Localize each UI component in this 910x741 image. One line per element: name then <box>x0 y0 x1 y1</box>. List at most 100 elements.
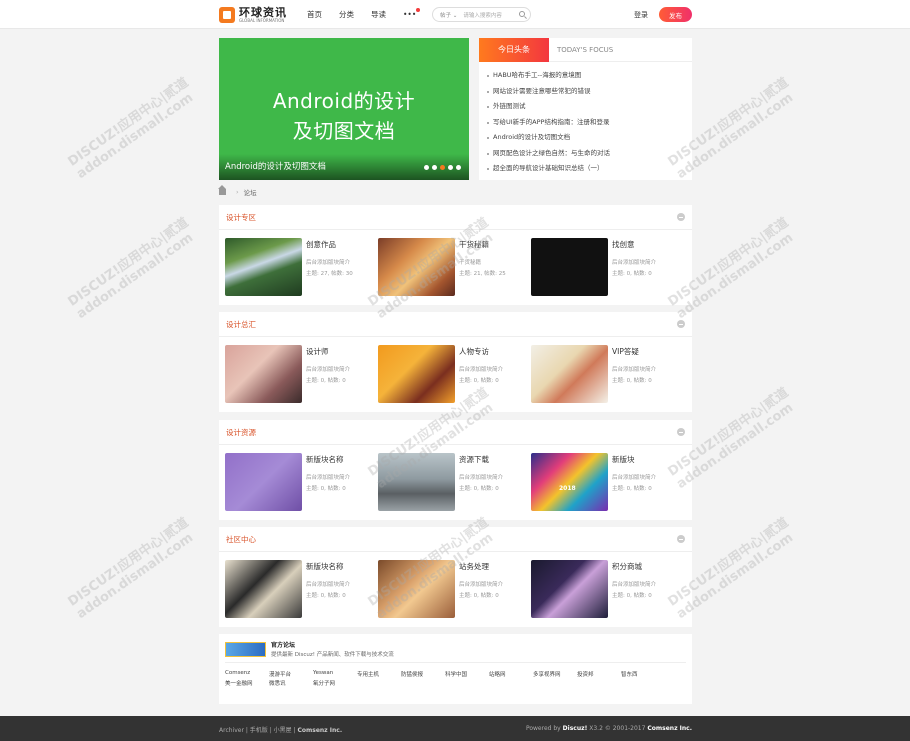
tab-today-headlines[interactable]: 今日头条 <box>479 37 549 62</box>
breadcrumb: › 论坛 <box>218 185 257 197</box>
breadcrumb-current[interactable]: 论坛 <box>244 187 257 197</box>
forum-thumbnail[interactable] <box>378 453 455 511</box>
nav-category[interactable]: 分类 <box>339 9 354 20</box>
forum-name[interactable]: 积分商城 <box>612 561 642 572</box>
forum-card[interactable]: 站务处理 后台添加版块简介 主题: 0, 帖数: 0 <box>372 560 522 618</box>
forum-thumbnail[interactable] <box>531 238 608 296</box>
friend-link[interactable]: 多享视界网 <box>533 670 561 678</box>
footer-company-left[interactable]: Comsenz Inc. <box>297 727 342 734</box>
site-logo[interactable]: 环球资讯 GLOBAL INFORMATION <box>219 6 287 24</box>
forum-thumbnail[interactable] <box>225 345 302 403</box>
headline-item[interactable]: Android的设计及切图文档 <box>487 130 692 146</box>
forum-name[interactable]: 资源下载 <box>459 454 489 465</box>
collapse-icon[interactable] <box>677 213 685 221</box>
search-input[interactable]: 请输入搜索内容 <box>463 11 502 19</box>
banner-caption[interactable]: Android的设计及切图文档 <box>225 160 326 172</box>
forum-card[interactable]: VIP答疑 后台添加版块简介 主题: 0, 帖数: 0 <box>525 345 675 403</box>
slider-dot[interactable] <box>456 165 461 170</box>
slider-dot[interactable] <box>440 165 445 170</box>
forum-name[interactable]: 设计师 <box>306 346 329 357</box>
forum-name[interactable]: 新版块名称 <box>306 454 344 465</box>
forum-card[interactable]: 新版块名称 后台添加版块简介 主题: 0, 帖数: 0 <box>219 453 369 511</box>
friend-link[interactable]: 微悉讯 <box>269 679 286 687</box>
slider-dot[interactable] <box>424 165 429 170</box>
footer-link-blackroom[interactable]: 小黑屋 <box>274 727 292 734</box>
section-title[interactable]: 设计总汇 <box>226 319 256 330</box>
forum-card[interactable]: 积分商城 后台添加版块简介 主题: 0, 帖数: 0 <box>525 560 675 618</box>
headline-item[interactable]: 网页配色设计之绿色自然：与生命的对话 <box>487 146 692 162</box>
friend-link[interactable]: 专用主机 <box>357 670 379 678</box>
official-forum-logo[interactable] <box>225 641 266 657</box>
home-icon[interactable] <box>218 185 226 195</box>
forum-thumbnail[interactable] <box>531 345 608 403</box>
friend-link[interactable]: Yeswan <box>313 670 333 676</box>
section-title[interactable]: 设计资源 <box>226 427 256 438</box>
headline-item[interactable]: HABU哈布手工--海报的意境图 <box>487 68 692 84</box>
headline-item[interactable]: 外链图测试 <box>487 99 692 115</box>
headline-item[interactable]: 网站设计需要注意哪些常犯的错误 <box>487 84 692 100</box>
nav-guide[interactable]: 导读 <box>371 9 386 20</box>
forum-name[interactable]: 新版块名称 <box>306 561 344 572</box>
forum-name[interactable]: 站务处理 <box>459 561 489 572</box>
forum-name[interactable]: 人物专访 <box>459 346 489 357</box>
search-type-select[interactable]: 帖子 ⌄ <box>440 11 457 19</box>
collapse-icon[interactable] <box>677 428 685 436</box>
footer-link-archiver[interactable]: Archiver <box>219 727 244 734</box>
forum-section: 设计资源新版块名称 后台添加版块简介 主题: 0, 帖数: 0 资源下载 后台添加版块简… <box>219 420 692 520</box>
forum-thumbnail[interactable]: 2018 <box>531 453 608 511</box>
headline-item[interactable]: 写给UI新手的APP结构指南：注册和登录 <box>487 115 692 131</box>
banner-text-line2: 及切图文档 <box>292 119 396 143</box>
forum-card[interactable]: 新版块名称 后台添加版块简介 主题: 0, 帖数: 0 <box>219 560 369 618</box>
official-forum[interactable]: 官方论坛 提供最新 Discuz! 产品新闻、软件下载与技术交流 <box>225 640 394 658</box>
friend-link[interactable]: 氧分子网 <box>313 679 335 687</box>
post-button[interactable]: 发布 <box>659 7 692 22</box>
forum-card[interactable]: 2018 新版块 后台添加版块简介 主题: 0, 帖数: 0 <box>525 453 675 511</box>
forum-thumbnail[interactable] <box>378 345 455 403</box>
friend-link[interactable]: 站略网 <box>489 670 506 678</box>
forum-name[interactable]: 找创意 <box>612 239 635 250</box>
nav-more[interactable]: ••• <box>403 8 421 19</box>
forum-card[interactable]: 干货秘籍 干货秘籍 主题: 21, 帖数: 25 <box>372 238 522 296</box>
forum-name[interactable]: VIP答疑 <box>612 346 639 357</box>
forum-name[interactable]: 创意作品 <box>306 239 336 250</box>
slider-dot[interactable] <box>448 165 453 170</box>
forum-card[interactable]: 设计师 后台添加版块简介 主题: 0, 帖数: 0 <box>219 345 369 403</box>
nav-home[interactable]: 首页 <box>307 9 322 20</box>
section-title[interactable]: 社区中心 <box>226 534 256 545</box>
forum-card[interactable]: 找创意 后台添加版块简介 主题: 0, 帖数: 0 <box>525 238 675 296</box>
friend-link[interactable]: 智东西 <box>621 670 638 678</box>
footer-link-mobile[interactable]: 手机版 <box>250 727 268 734</box>
friend-link[interactable]: 科学中国 <box>445 670 467 678</box>
friend-link[interactable]: 防猛侯报 <box>401 670 423 678</box>
footer-version: X3.2 <box>589 725 603 732</box>
forum-thumbnail[interactable] <box>225 238 302 296</box>
official-forum-title[interactable]: 官方论坛 <box>271 640 394 649</box>
banner-slider[interactable]: Android的设计 及切图文档 Android的设计及切图文档 <box>219 38 469 180</box>
search-icon[interactable] <box>519 11 525 17</box>
headline-item[interactable]: 超全面的导航设计基础知识总结（一） <box>487 161 692 177</box>
friend-link[interactable]: 美一金融网 <box>225 679 253 687</box>
forum-thumbnail[interactable] <box>531 560 608 618</box>
footer-brand[interactable]: Discuz! <box>563 725 588 732</box>
forum-card[interactable]: 人物专访 后台添加版块简介 主题: 0, 帖数: 0 <box>372 345 522 403</box>
search-box[interactable]: 帖子 ⌄ 请输入搜索内容 <box>432 7 531 22</box>
forum-card[interactable]: 资源下载 后台添加版块简介 主题: 0, 帖数: 0 <box>372 453 522 511</box>
collapse-icon[interactable] <box>677 535 685 543</box>
forum-thumbnail[interactable] <box>378 238 455 296</box>
forum-stats: 主题: 27, 帖数: 30 <box>306 271 353 277</box>
forum-thumbnail[interactable] <box>225 560 302 618</box>
login-link[interactable]: 登录 <box>634 10 648 20</box>
friend-link[interactable]: Comsenz <box>225 670 250 676</box>
friend-link[interactable]: 投资邦 <box>577 670 594 678</box>
friend-link[interactable]: 漫游平台 <box>269 670 291 678</box>
forum-thumbnail[interactable] <box>378 560 455 618</box>
forum-name[interactable]: 干货秘籍 <box>459 239 489 250</box>
slider-dot[interactable] <box>432 165 437 170</box>
headline-list: HABU哈布手工--海报的意境图 网站设计需要注意哪些常犯的错误 外链图测试 写给UI… <box>479 62 692 177</box>
footer-company[interactable]: Comsenz Inc. <box>647 725 692 732</box>
forum-thumbnail[interactable] <box>225 453 302 511</box>
collapse-icon[interactable] <box>677 320 685 328</box>
forum-name[interactable]: 新版块 <box>612 454 635 465</box>
section-title[interactable]: 设计专区 <box>226 212 256 223</box>
forum-card[interactable]: 创意作品 后台添加版块简介 主题: 27, 帖数: 30 <box>219 238 369 296</box>
